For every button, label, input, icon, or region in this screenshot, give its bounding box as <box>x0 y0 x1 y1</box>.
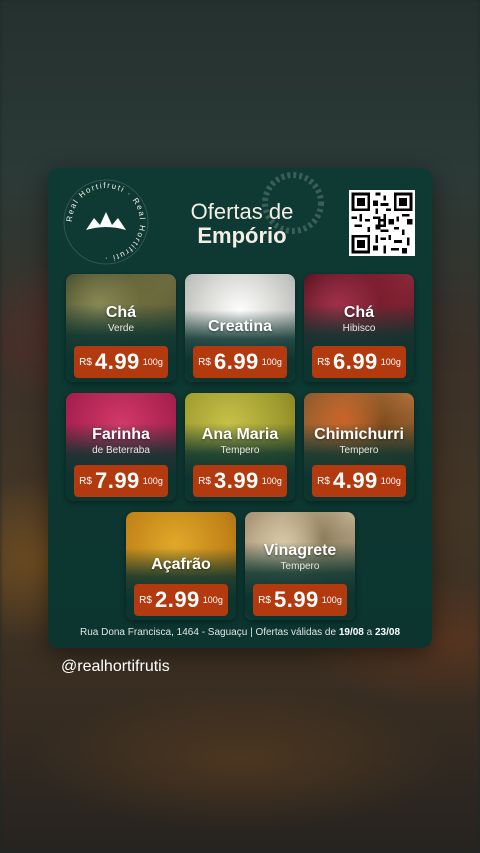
currency-symbol: R$ <box>79 475 92 487</box>
product-card-cha-hibisco[interactable]: Chá Hibisco R$ 6.99 100g <box>304 274 414 382</box>
price-unit: 100g <box>380 476 401 486</box>
price-value: 7.99 <box>94 468 140 493</box>
page-title: Ofertas de Empório <box>176 200 308 248</box>
product-card-vinagrete[interactable]: Vinagrete Tempero R$ 5.99 100g <box>245 512 355 620</box>
offer-card: Real Hortifruti · Real Hortifruti · Ofer… <box>48 168 432 648</box>
account-handle-sticker[interactable]: @realhortifrutis <box>61 658 170 676</box>
currency-symbol: R$ <box>198 356 211 368</box>
currency-symbol: R$ <box>139 594 152 606</box>
product-name: Vinagrete <box>263 542 337 559</box>
price-value: 3.99 <box>213 468 259 493</box>
price-unit: 100g <box>142 357 163 367</box>
price-tag: R$ 5.99 100g <box>253 584 347 616</box>
product-name: Creatina <box>207 318 273 335</box>
price-unit: 100g <box>380 357 401 367</box>
title-line-1: Ofertas de <box>190 199 294 224</box>
product-subtitle: Tempero <box>339 445 379 456</box>
product-card-acafrao[interactable]: Açafrão R$ 2.99 100g <box>126 512 236 620</box>
qr-code[interactable] <box>349 190 415 256</box>
price-value: 6.99 <box>213 349 259 374</box>
product-subtitle: Verde <box>107 323 135 334</box>
product-name: Açafrão <box>151 556 211 573</box>
currency-symbol: R$ <box>79 356 92 368</box>
product-name: Chá <box>105 304 137 321</box>
product-subtitle: Hibisco <box>342 323 376 334</box>
price-tag: R$ 4.99 100g <box>74 346 168 378</box>
price-tag: R$ 6.99 100g <box>312 346 406 378</box>
product-name: Ana Maria <box>201 426 279 443</box>
product-name: Chá <box>343 304 375 321</box>
price-unit: 100g <box>321 595 342 605</box>
product-card-farinha-beterraba[interactable]: Farinha de Beterraba R$ 7.99 100g <box>66 393 176 501</box>
price-unit: 100g <box>202 595 223 605</box>
product-subtitle: de Beterraba <box>92 445 150 456</box>
product-name: Chimichurri <box>314 426 404 443</box>
product-name: Farinha <box>92 426 150 443</box>
currency-symbol: R$ <box>198 475 211 487</box>
product-card-chimichurri[interactable]: Chimichurri Tempero R$ 4.99 100g <box>304 393 414 501</box>
price-unit: 100g <box>261 357 282 367</box>
currency-symbol: R$ <box>317 475 330 487</box>
price-unit: 100g <box>142 476 163 486</box>
product-subtitle: Tempero <box>220 445 260 456</box>
title-line-2: Empório <box>197 223 287 248</box>
currency-symbol: R$ <box>317 356 330 368</box>
price-value: 6.99 <box>332 349 378 374</box>
price-tag: R$ 2.99 100g <box>134 584 228 616</box>
footer-date-to: 23/08 <box>374 627 401 638</box>
price-tag: R$ 6.99 100g <box>193 346 287 378</box>
product-card-cha-verde[interactable]: Chá Verde R$ 4.99 100g <box>66 274 176 382</box>
brand-seal-logo: Real Hortifruti · Real Hortifruti · <box>63 179 149 265</box>
price-value: 5.99 <box>273 587 319 612</box>
price-tag: R$ 7.99 100g <box>74 465 168 497</box>
price-tag: R$ 3.99 100g <box>193 465 287 497</box>
product-card-creatina[interactable]: Creatina R$ 6.99 100g <box>185 274 295 382</box>
price-value: 4.99 <box>94 349 140 374</box>
price-tag: R$ 4.99 100g <box>312 465 406 497</box>
price-value: 2.99 <box>154 587 200 612</box>
footer-date-from: 19/08 <box>338 627 364 638</box>
footer-address: Rua Dona Francisca, 1464 - Saguaçu | Ofe… <box>48 627 432 638</box>
product-subtitle: Tempero <box>280 561 320 572</box>
currency-symbol: R$ <box>258 594 271 606</box>
price-value: 4.99 <box>332 468 378 493</box>
footer-connector: a <box>363 627 375 638</box>
footer-address-text: Rua Dona Francisca, 1464 - Saguaçu | Ofe… <box>79 627 339 638</box>
product-card-ana-maria[interactable]: Ana Maria Tempero R$ 3.99 100g <box>185 393 295 501</box>
price-unit: 100g <box>261 476 282 486</box>
